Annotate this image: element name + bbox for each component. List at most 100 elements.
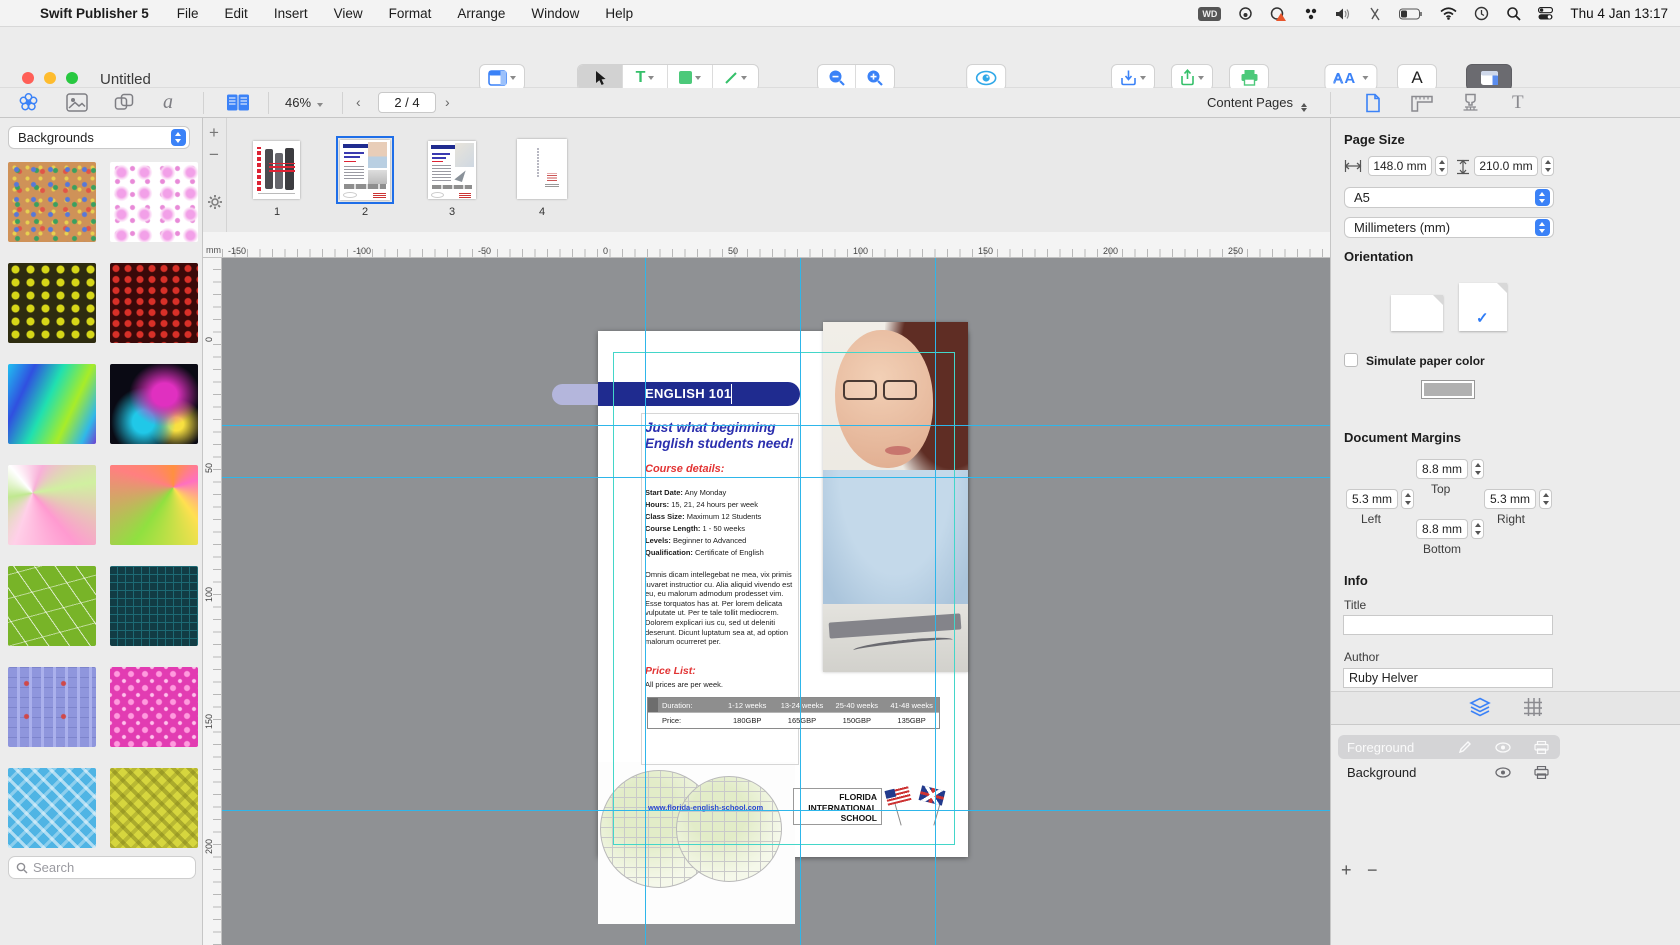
background-thumbnail[interactable] (110, 263, 198, 343)
guide-line-horizontal[interactable] (222, 477, 1330, 478)
layer-print-icon[interactable] (1522, 766, 1560, 779)
page-thumbnail-2[interactable] (340, 140, 390, 200)
orientation-landscape-option[interactable] (1391, 295, 1443, 331)
inspector-tab-document[interactable] (1365, 93, 1381, 118)
inspector-button[interactable] (1466, 64, 1512, 91)
next-page-button[interactable]: › (445, 94, 450, 110)
shape-tool-button[interactable] (668, 65, 713, 90)
layer-visibility-icon[interactable] (1484, 742, 1522, 753)
category-dropdown[interactable]: Backgrounds (8, 126, 190, 149)
guide-line-vertical[interactable] (645, 258, 646, 945)
guide-line-vertical[interactable] (935, 258, 936, 945)
zoom-out-button[interactable] (818, 65, 856, 90)
close-window-button[interactable] (22, 72, 34, 84)
guide-line-vertical[interactable] (800, 258, 801, 945)
paper-color-swatch[interactable] (1421, 380, 1475, 399)
menu-help[interactable]: Help (605, 6, 633, 21)
inspector-tab-text[interactable]: T (1512, 92, 1524, 114)
menu-clock[interactable]: Thu 4 Jan 13:17 (1570, 6, 1668, 21)
menu-app-name[interactable]: Swift Publisher 5 (40, 6, 149, 21)
background-thumbnail[interactable] (8, 667, 96, 747)
background-thumbnail[interactable] (110, 667, 198, 747)
background-thumbnail[interactable] (110, 768, 198, 848)
menu-edit[interactable]: Edit (225, 6, 248, 21)
fonts-button[interactable]: A (1397, 64, 1437, 91)
search-input[interactable] (33, 860, 173, 875)
tool-status-icon[interactable] (1368, 7, 1382, 21)
sidebar-tab-text-art[interactable]: a (163, 91, 173, 114)
page-width-field[interactable]: 148.0 mm (1368, 156, 1432, 176)
document-title-input[interactable] (1343, 615, 1553, 635)
document-canvas[interactable]: ENGLISH 101 Just what beginningEnglish s… (222, 258, 1330, 945)
background-thumbnail[interactable] (110, 566, 198, 646)
background-thumbnail[interactable] (8, 768, 96, 848)
dots-status-icon[interactable] (1304, 7, 1318, 21)
page-thumbnail-4[interactable] (517, 139, 567, 199)
preview-mode-button[interactable] (966, 64, 1006, 91)
select-tool-button[interactable] (578, 65, 623, 90)
guide-line-horizontal[interactable] (222, 425, 1330, 426)
insert-button[interactable] (1111, 64, 1155, 91)
background-thumbnail[interactable] (110, 162, 198, 242)
background-thumbnail[interactable] (8, 465, 96, 545)
menu-format[interactable]: Format (389, 6, 432, 21)
print-button[interactable] (1229, 64, 1269, 91)
page-height-stepper[interactable] (1541, 156, 1554, 176)
remove-layer-button[interactable]: − (1367, 860, 1378, 881)
document-author-input[interactable] (1343, 668, 1553, 688)
menu-arrange[interactable]: Arrange (457, 6, 505, 21)
margin-left-field[interactable]: 5.3 mm (1346, 489, 1398, 509)
margin-right-field[interactable]: 5.3 mm (1484, 489, 1536, 509)
inspector-tab-geometry[interactable] (1411, 95, 1433, 117)
units-dropdown[interactable]: Millimeters (mm) (1344, 217, 1554, 238)
wifi-status-icon[interactable] (1440, 7, 1457, 20)
background-thumbnail[interactable] (8, 566, 96, 646)
margin-bottom-stepper[interactable] (1471, 519, 1484, 539)
content-pages-selector[interactable]: Content Pages (1207, 95, 1307, 112)
background-thumbnail[interactable] (8, 162, 96, 242)
headphones-status-icon[interactable] (1238, 6, 1253, 21)
background-thumbnail[interactable] (8, 263, 96, 343)
menu-view[interactable]: View (334, 6, 363, 21)
guide-line-horizontal[interactable] (222, 810, 1330, 811)
spotlight-icon[interactable] (1506, 6, 1521, 21)
text-styles-button[interactable]: AA (1325, 64, 1378, 91)
wd-status-icon[interactable]: WD (1198, 7, 1221, 21)
margin-right-stepper[interactable] (1539, 489, 1552, 509)
sidebar-tab-images[interactable] (66, 93, 88, 117)
orientation-portrait-option[interactable]: ✓ (1459, 283, 1507, 331)
layer-visibility-icon[interactable] (1484, 767, 1522, 778)
layers-tab-icon[interactable] (1469, 697, 1491, 720)
layer-print-icon[interactable] (1522, 741, 1560, 754)
sidebar-tab-clipart[interactable] (114, 93, 135, 117)
zoom-in-button[interactable] (856, 65, 894, 90)
sidebar-search[interactable] (8, 856, 196, 879)
add-page-button[interactable]: + (209, 126, 219, 140)
margin-top-field[interactable]: 8.8 mm (1416, 459, 1468, 479)
page-thumbnail-3[interactable] (428, 141, 476, 199)
inspector-tab-fill[interactable] (1461, 93, 1480, 118)
page-height-field[interactable]: 210.0 mm (1474, 156, 1538, 176)
background-thumbnail[interactable] (8, 364, 96, 444)
view-button[interactable] (479, 64, 525, 91)
menu-window[interactable]: Window (531, 6, 579, 21)
menu-insert[interactable]: Insert (274, 6, 308, 21)
layer-row-background[interactable]: Background (1338, 760, 1560, 784)
share-button[interactable] (1171, 64, 1213, 91)
sidebar-tab-backgrounds[interactable] (18, 92, 39, 118)
menu-file[interactable]: File (177, 6, 199, 21)
page-indicator-field[interactable]: 2 / 4 (378, 92, 436, 113)
volume-status-icon[interactable] (1335, 7, 1351, 21)
margin-left-stepper[interactable] (1401, 489, 1414, 509)
paper-preset-dropdown[interactable]: A5 (1344, 187, 1554, 208)
layer-row-foreground[interactable]: Foreground (1338, 735, 1560, 759)
facing-pages-toggle[interactable] (226, 93, 250, 117)
zoom-level-control[interactable]: 46% (285, 95, 323, 110)
page-width-stepper[interactable] (1435, 156, 1448, 176)
page-settings-gear-icon[interactable] (207, 194, 223, 215)
text-tool-button[interactable]: T (623, 65, 668, 90)
control-center-icon[interactable] (1538, 7, 1553, 20)
margin-top-stepper[interactable] (1471, 459, 1484, 479)
zoom-window-button[interactable] (66, 72, 78, 84)
simulate-paper-color-checkbox[interactable] (1344, 353, 1358, 367)
